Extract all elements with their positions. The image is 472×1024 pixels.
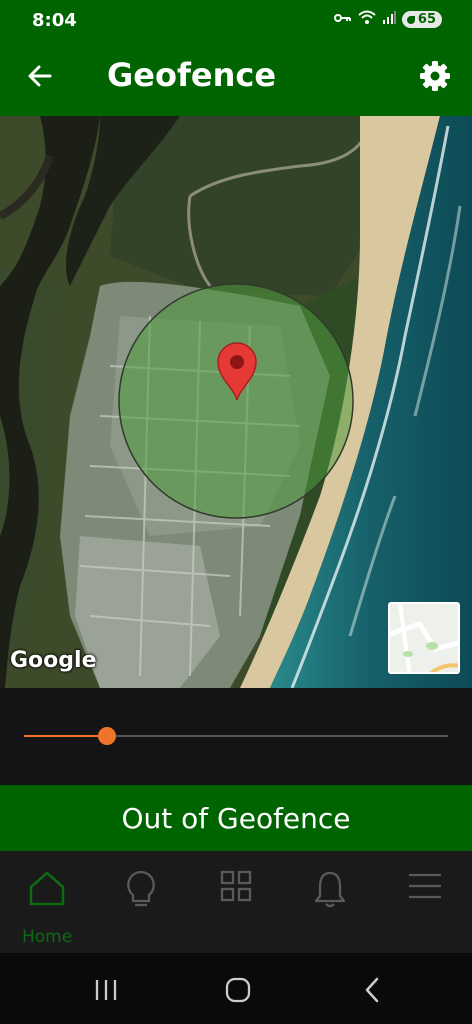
grid-icon [220,870,252,902]
nav-item-notifications[interactable] [305,869,355,913]
nav-item-home[interactable] [22,869,72,913]
map-view[interactable]: Google [0,116,472,688]
key-icon [333,11,352,29]
system-navigation-bar [0,953,472,1024]
lightbulb-icon [127,870,155,907]
nav-item-ideas[interactable] [116,869,166,913]
nav-item-menu[interactable] [400,869,450,913]
recents-button[interactable] [86,975,126,1005]
wifi-icon [358,10,376,29]
google-attribution: Google [10,648,97,673]
bell-icon [314,871,346,908]
map-type-toggle[interactable] [388,602,460,674]
arrow-left-icon [28,65,52,87]
battery-icon: 65 [401,11,442,28]
system-home-button[interactable] [218,975,258,1005]
status-time: 8:04 [32,10,77,31]
signal-icon [382,10,396,29]
nav-item-grid[interactable] [211,869,261,913]
recents-icon [95,980,117,1000]
home-circle-icon [225,977,251,1003]
slider-fill [24,735,107,737]
back-button[interactable] [20,56,60,96]
map-thumbnail-icon [390,604,458,672]
radius-slider-panel [0,688,472,785]
location-pin-icon[interactable] [216,342,258,402]
radius-slider[interactable] [24,727,448,745]
bottom-navigation: Home [0,851,472,953]
nav-label-home: Home [22,927,73,947]
settings-button[interactable] [414,55,456,97]
home-icon [29,871,65,906]
menu-icon [409,873,441,899]
status-icons: 65 [333,10,442,29]
geofence-status-banner: Out of Geofence [0,785,472,851]
page-title: Geofence [107,56,277,94]
app-bar: Geofence [0,40,472,116]
system-back-button[interactable] [352,975,392,1005]
status-bar: 8:04 65 [0,0,472,40]
slider-thumb[interactable] [97,727,116,745]
back-chevron-icon [365,977,379,1003]
gear-icon [420,61,450,91]
